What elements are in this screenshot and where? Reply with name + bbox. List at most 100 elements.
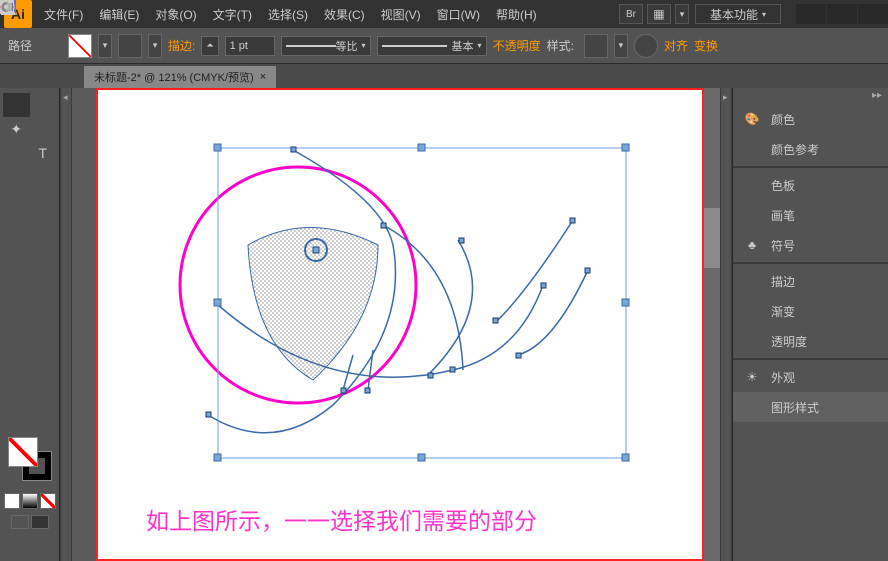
swatches-ref-icon (743, 140, 761, 158)
eraser-tool[interactable] (30, 213, 57, 237)
scale-tool[interactable] (30, 237, 57, 261)
align-label[interactable]: 对齐 (664, 37, 688, 54)
menu-object[interactable]: 对象(O) (147, 6, 204, 23)
artwork (98, 90, 706, 560)
free-transform-tool[interactable] (30, 261, 57, 285)
lines-icon (743, 272, 761, 290)
panel-appearance[interactable]: ☀ 外观 (733, 362, 888, 392)
artboard: 如上图所示，一一选择我们需要的部分 (96, 88, 704, 561)
circles-icon (743, 332, 761, 350)
menu-effect[interactable]: 效果(C) (316, 6, 373, 23)
fill-swatch[interactable] (68, 34, 92, 58)
width-tool[interactable] (3, 261, 30, 285)
panel-collapse-icon[interactable]: ▸▸ (872, 90, 882, 102)
panel-gradient[interactable]: 渐变 (733, 296, 888, 326)
grid-icon (743, 176, 761, 194)
blob-brush-tool[interactable] (3, 213, 30, 237)
style-label: 样式: (547, 37, 574, 54)
palette-icon: 🎨 (743, 110, 761, 128)
mesh-tool[interactable] (3, 309, 30, 333)
shape-builder-tool[interactable] (3, 285, 30, 309)
lasso-tool[interactable] (30, 117, 57, 141)
gradient-mode-btn[interactable] (22, 493, 38, 509)
magic-wand-tool[interactable]: ✦ (3, 117, 30, 141)
slice-tool[interactable] (30, 381, 57, 405)
opacity-label[interactable]: 不透明度 (493, 37, 541, 54)
zoom-tool[interactable] (30, 405, 57, 429)
recolor-icon[interactable] (634, 34, 658, 58)
close-button[interactable] (858, 4, 888, 24)
blend-tool[interactable] (30, 333, 57, 357)
gradient-icon (743, 302, 761, 320)
menu-type[interactable]: 文字(T) (205, 6, 260, 23)
panel-stroke[interactable]: 描边 (733, 266, 888, 296)
fill-swatch-tool[interactable] (8, 437, 38, 467)
canvas[interactable]: 如上图所示，一一选择我们需要的部分 (72, 88, 720, 561)
color-mode-btn[interactable] (4, 493, 20, 509)
panel-color[interactable]: 🎨 颜色 (733, 104, 888, 134)
paintbrush-tool[interactable] (3, 189, 30, 213)
bridge-icon[interactable]: Br (619, 4, 643, 24)
stroke-box-icon[interactable] (118, 34, 142, 58)
menu-help[interactable]: 帮助(H) (488, 6, 545, 23)
menu-file[interactable]: 文件(F) (36, 6, 91, 23)
panel-collapse-strip[interactable]: ▸ (720, 88, 732, 561)
minimize-button[interactable] (796, 4, 826, 24)
panel-color-guide[interactable]: 颜色参考 (733, 134, 888, 164)
hand-tool[interactable] (3, 405, 30, 429)
stroke-weight-field[interactable] (225, 36, 275, 56)
tab-close-icon[interactable]: × (260, 71, 266, 83)
color-swatches[interactable] (8, 437, 52, 481)
perspective-tool[interactable] (30, 285, 57, 309)
menu-view[interactable]: 视图(V) (373, 6, 429, 23)
gradient-tool[interactable] (30, 309, 57, 333)
menu-edit[interactable]: 编辑(E) (91, 6, 147, 23)
transform-label[interactable]: 变换 (694, 37, 718, 54)
vertical-scrollbar[interactable] (704, 88, 720, 561)
style-dropdown-arrow[interactable]: ▾ (614, 34, 628, 58)
eyedropper-tool[interactable] (3, 333, 30, 357)
type-tool[interactable]: T (30, 141, 57, 165)
selection-tool[interactable] (3, 93, 30, 117)
document-tab[interactable]: 未标题-2* @ 121% (CMYK/预览) × (84, 66, 276, 88)
caption-text: 如上图所示，一一选择我们需要的部分 (146, 502, 537, 536)
brush-dropdown[interactable]: 基本▾ (377, 36, 487, 56)
toolbox-collapse-strip[interactable]: ◂ (60, 88, 72, 561)
club-icon: ♣ (743, 236, 761, 254)
pencil-tool[interactable] (30, 189, 57, 213)
panel-swatches[interactable]: 色板 (733, 170, 888, 200)
sun-icon: ☀ (743, 368, 761, 386)
menu-select[interactable]: 选择(S) (260, 6, 316, 23)
artboard-tool[interactable] (3, 381, 30, 405)
symbol-sprayer-tool[interactable] (3, 357, 30, 381)
toolbox: ✦ T (0, 88, 60, 561)
stroke-box-dropdown[interactable]: ▾ (148, 34, 162, 58)
menu-window[interactable]: 窗口(W) (429, 6, 488, 23)
graph-tool[interactable] (30, 357, 57, 381)
profile-dropdown[interactable]: 等比▾ (281, 36, 371, 56)
titlebar: Ai 文件(F) 编辑(E) 对象(O) 文字(T) 选择(S) 效果(C) 视… (0, 0, 888, 28)
maximize-button[interactable] (827, 4, 857, 24)
ellipse-tool[interactable] (30, 165, 57, 189)
rotate-tool[interactable] (3, 237, 30, 261)
panel-brushes[interactable]: 画笔 (733, 200, 888, 230)
panel-dock: ▸▸ 🎨 颜色 颜色参考 色板 画笔 ♣ 符号 描边 渐变 (732, 88, 888, 561)
style-dropdown[interactable] (584, 34, 608, 58)
direct-selection-tool[interactable] (30, 93, 57, 117)
screen-mode-full[interactable] (31, 515, 49, 529)
brush-icon (743, 206, 761, 224)
stroke-label[interactable]: 描边: (168, 37, 195, 54)
workspace-switcher[interactable]: 基本功能▾ (695, 4, 781, 24)
fill-dropdown[interactable]: ▾ (98, 34, 112, 58)
line-tool[interactable] (3, 165, 30, 189)
screen-mode-normal[interactable] (11, 515, 29, 529)
panel-graphic-styles[interactable]: 图形样式 (733, 392, 888, 422)
panel-transparency[interactable]: 透明度 (733, 326, 888, 356)
stroke-weight-input[interactable]: ⏶ (201, 36, 218, 56)
dropdown-icon[interactable]: ▾ (675, 4, 689, 24)
none-mode-btn[interactable] (40, 493, 56, 509)
doc-icon (743, 398, 761, 416)
arrange-icon[interactable]: ▦ (647, 4, 671, 24)
panel-symbols[interactable]: ♣ 符号 (733, 230, 888, 260)
pen-tool[interactable] (3, 141, 30, 165)
